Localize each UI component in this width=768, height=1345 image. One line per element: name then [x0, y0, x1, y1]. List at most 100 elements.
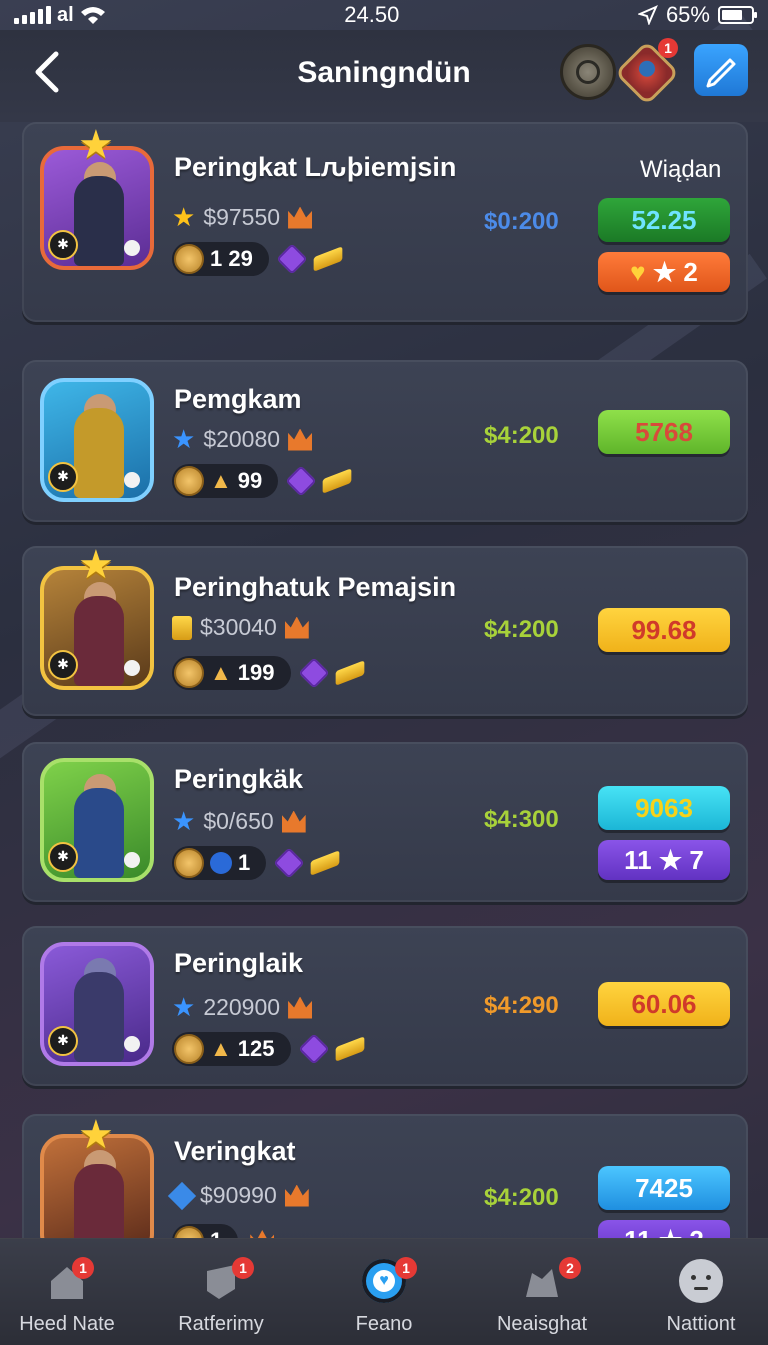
player-name: Peringkat Lԉþiemjsin — [174, 152, 457, 182]
crown-icon — [288, 428, 313, 451]
tab-label: Neaisghat — [496, 1313, 588, 1335]
status-bar: al 24.50 65% — [0, 0, 768, 30]
level-pill: 1 — [172, 846, 267, 880]
coin-icon — [174, 848, 204, 878]
status-dot — [124, 472, 140, 488]
coin-icon — [174, 244, 204, 274]
battery-percent: 65% — [665, 2, 710, 27]
level-pill: ▲ 125 — [172, 1032, 291, 1066]
crown-icon — [284, 616, 309, 639]
score-button[interactable]: 52.25 — [598, 198, 730, 242]
tab-badge: 1 — [395, 1257, 417, 1279]
blue-gem-icon — [167, 1181, 197, 1210]
heart-icon: ♥ — [373, 1270, 395, 1292]
crown-icon — [281, 810, 306, 833]
header: Saningndün 1 — [0, 30, 768, 122]
face-icon — [679, 1259, 723, 1303]
heart-icon: ♥ — [630, 257, 646, 287]
star-icon: ★ — [172, 202, 196, 232]
crown-icon — [288, 206, 313, 229]
score-button[interactable]: 5768 — [598, 410, 730, 454]
reward-button[interactable]: 11 ★ 7 — [598, 840, 730, 880]
score-button[interactable]: 7425 — [598, 1166, 730, 1210]
gem-icon — [273, 847, 305, 879]
price-label: $4:200 — [484, 422, 559, 449]
bottom-tab-bar: 1 Heed Nate 1 Ratferimy ♥ 1 Feano 2 Neai… — [0, 1238, 768, 1345]
tab-neaisghat[interactable]: 2 Neaisghat — [467, 1239, 617, 1345]
player-value: $30040 — [200, 614, 277, 640]
rank-icon: ▲ — [210, 1036, 232, 1061]
network-label: al — [57, 3, 74, 26]
price-label: $4:200 — [484, 616, 559, 643]
pencil-icon — [706, 58, 736, 88]
crown-icon — [284, 1184, 309, 1207]
tab-nattiont[interactable]: Nattiont — [626, 1239, 768, 1345]
reward-button[interactable]: ♥ ★ 2 — [598, 252, 730, 292]
price-label: $0:200 — [484, 208, 559, 235]
list-item[interactable]: ✱ Pemgkam ★ $20080 ▲ 99 $4:200 5768 — [22, 360, 748, 522]
gold-bar-icon — [335, 1036, 364, 1062]
level-pill: 1 — [172, 1224, 239, 1238]
rank-icon — [210, 852, 232, 874]
status-dot — [124, 240, 140, 256]
status-dot — [124, 1036, 140, 1052]
ranking-list[interactable]: ✱ ★ Peringkat Lԉþiemjsin ★ $97550 1 29 $0… — [0, 122, 768, 1238]
tab-label: Ratferimy — [178, 1313, 264, 1335]
player-name: Pemgkam — [174, 384, 302, 414]
rank-badge-icon: ✱ — [48, 842, 78, 872]
score-button[interactable]: 60.06 — [598, 982, 730, 1026]
coin-icon — [174, 466, 204, 496]
gold-bar-icon — [310, 850, 340, 876]
list-item[interactable]: ✱ ★ Peringhatuk Pemajsin $30040 ▲ 199 $4:… — [22, 543, 748, 716]
player-value: 220900 — [203, 994, 281, 1020]
status-time: 24.50 — [344, 2, 400, 27]
star-icon: ★ — [78, 543, 114, 587]
player-value: $97550 — [203, 204, 281, 230]
level-value: 125 — [237, 1036, 275, 1061]
star-icon: ★ — [78, 123, 114, 167]
battery-icon — [717, 6, 757, 24]
score-button[interactable]: 99.68 — [598, 608, 730, 652]
level-value: 1 29 — [210, 246, 253, 271]
player-name: Peringhatuk Pemajsin — [174, 572, 457, 602]
list-item[interactable]: ✱ Peringlaik ★ 220900 ▲ 125 $4:290 60.06 — [22, 926, 748, 1086]
blue-star-icon: ★ — [172, 424, 196, 454]
tab-home[interactable]: 1 Heed Nate — [0, 1239, 142, 1345]
tab-ratferimy[interactable]: 1 Ratferimy — [146, 1239, 296, 1345]
tab-badge: 2 — [559, 1257, 581, 1279]
level-value: 1 — [238, 850, 251, 875]
avatar: ✱ — [40, 758, 154, 882]
avatar: ✱ — [40, 378, 154, 502]
player-name: Veringkat — [174, 1136, 296, 1166]
level-value: 199 — [237, 660, 275, 685]
status-dot — [124, 660, 140, 676]
list-item[interactable]: ✱ Peringkäk ★ $0/650 1 $4:300 9063 11 ★ 7 — [22, 742, 748, 902]
player-value: $0/650 — [203, 808, 274, 834]
coin-button[interactable] — [560, 44, 616, 100]
list-item[interactable]: ★ Veringkat $90990 1 $4:200 7425 11 ★ 2 — [22, 1114, 748, 1238]
tab-feano[interactable]: ♥ 1 Feano — [309, 1239, 459, 1345]
rank-icon: ▲ — [210, 468, 232, 493]
reward-button[interactable]: 11 ★ 2 — [598, 1220, 730, 1238]
level-value: 1 — [210, 1228, 222, 1238]
rank-badge-icon: ✱ — [48, 650, 78, 680]
player-name: Peringlaik — [174, 948, 304, 978]
gold-bar-icon — [322, 468, 352, 494]
tab-badge: 1 — [72, 1257, 94, 1279]
price-label: $4:300 — [484, 806, 559, 833]
score-button[interactable]: 9063 — [598, 786, 730, 830]
tab-label: Feano — [355, 1313, 413, 1335]
crown-icon — [250, 1230, 275, 1238]
edit-button[interactable] — [694, 44, 748, 96]
signal-icon — [14, 6, 51, 24]
gold-bar-icon — [335, 660, 364, 686]
player-name: Peringkäk — [174, 764, 304, 794]
level-pill: ▲ 199 — [172, 656, 291, 690]
notification-badge: 1 — [658, 38, 678, 58]
wifi-icon — [80, 7, 105, 24]
coin-icon — [174, 1034, 204, 1064]
level-pill: ▲ 99 — [172, 464, 279, 498]
list-item[interactable]: ✱ ★ Peringkat Lԉþiemjsin ★ $97550 1 29 $0… — [22, 122, 748, 322]
coin-icon — [174, 658, 204, 688]
coin-icon — [174, 1226, 204, 1238]
